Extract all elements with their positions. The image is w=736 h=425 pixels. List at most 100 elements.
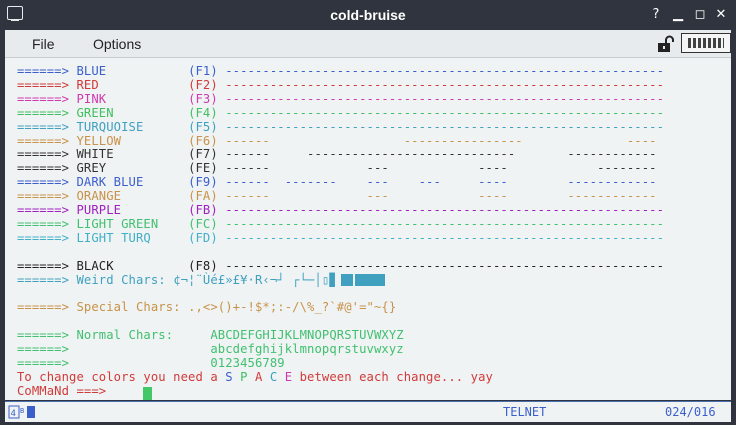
row-arrow: ======> (17, 272, 77, 287)
space-letter: S (225, 369, 241, 384)
row-color-bar: ----------------------------------------… (225, 64, 665, 78)
row-color-bar: ------ ------- --- --- ---- ------------ (225, 175, 657, 190)
color-row-red: ======> RED (F2) -----------------------… (17, 78, 664, 92)
color-row-white: ======> WHITE (F7) ------ --------------… (17, 147, 657, 161)
row-color-name: PURPLE (76, 203, 122, 217)
menu-bar: File Options (5, 30, 731, 58)
space-letter: P (240, 369, 255, 384)
row-color-bar: ------ ---------------------------- ----… (225, 147, 657, 162)
row-spacer (121, 203, 188, 217)
color-row-green: ======> GREEN (F4) ---------------------… (17, 106, 664, 120)
color-row-darkblue: ======> DARK BLUE (F9) ------ ------- --… (17, 175, 657, 189)
row-color-name: GREY (76, 161, 107, 176)
unlocked-icon[interactable] (656, 35, 676, 53)
row-arrow: ======> (17, 161, 77, 176)
svg-text:4: 4 (11, 409, 16, 419)
row-color-name: ORANGE (76, 189, 122, 204)
instruction-row: To change colors you need a S P A C E be… (17, 370, 493, 384)
row-function-key: (F8) (188, 258, 218, 273)
terminal-cursor (143, 387, 152, 400)
color-row-orange: ======> ORANGE (FA) ------ --- ---- ----… (17, 189, 657, 203)
color-row-black: ======> BLACK (F8) ---------------------… (17, 259, 664, 273)
normal-digits: 0123456789 (210, 355, 285, 370)
row-color-name: RED (76, 77, 99, 92)
color-row-pink: ======> PINK (F3) ----------------------… (17, 92, 664, 106)
row-color-bar: ----------------------------------------… (225, 77, 665, 92)
color-row-turquoise: ======> TURQUOISE (F5) -----------------… (17, 120, 664, 134)
row-arrow: ======> (17, 64, 77, 78)
row-color-name: PINK (76, 91, 107, 106)
weird-chars: ¢¬¦¨Ùé£»£¥·R‹¬┘ ┌└─│▯▊ (173, 272, 337, 287)
row-spacer (143, 175, 188, 189)
row-spacer (77, 342, 211, 356)
row-spacer (106, 92, 188, 106)
menu-file[interactable]: File (32, 36, 55, 52)
weird-block (354, 274, 385, 286)
row-function-key: (F4) (188, 105, 218, 120)
row-color-bar: ----------------------------------------… (225, 216, 665, 231)
row-spacer (114, 106, 188, 120)
color-row-blue: ======> BLUE (F1) ----------------------… (17, 64, 664, 78)
row-function-key: (FE) (188, 161, 218, 176)
row-function-key: (F9) (188, 175, 218, 190)
space-letter: A (255, 369, 270, 384)
window-title: cold-bruise (330, 7, 406, 23)
row-color-bar: ----------------------------------------… (225, 258, 665, 273)
row-arrow: ======> (17, 77, 77, 92)
row-arrow: ======> (17, 119, 77, 134)
cursor-position: 024/016 (665, 405, 716, 419)
row-function-key: (F5) (188, 119, 218, 134)
row-color-bar: ----------------------------------------… (225, 119, 665, 134)
row-color-name: LIGHT GREEN (76, 216, 159, 231)
row-function-key: (FC) (188, 216, 218, 231)
normal-upper: ABCDEFGHIJKLMNOPQRSTUVWXYZ (210, 328, 404, 343)
color-row-lightgreen: ======> LIGHT GREEN (FC) ---------------… (17, 217, 664, 231)
space-letter: C (269, 369, 285, 384)
color-row-lightturq: ======> LIGHT TURQ (FD) ----------------… (17, 231, 664, 245)
keyboard-icon[interactable] (681, 33, 731, 53)
row-arrow: ======> (17, 258, 77, 273)
terminal-screen[interactable]: ======> BLUE (F1) ----------------------… (5, 58, 731, 400)
row-spacer (151, 231, 188, 245)
command-prompt: CoMMaNd ===> (17, 383, 107, 398)
row-function-key: (F3) (188, 91, 218, 106)
row-color-bar: ----------------------------------------… (225, 230, 665, 245)
row-color-name: BLACK (76, 258, 114, 273)
row-label: Normal Chars: (76, 328, 211, 343)
row-arrow: ======> (17, 91, 77, 106)
row-function-key: (F7) (188, 147, 218, 162)
row-spacer (77, 356, 211, 370)
row-arrow: ======> (17, 189, 77, 204)
row-arrow: ======> (17, 105, 77, 120)
row-color-bar: ----------------------------------------… (225, 105, 665, 120)
row-function-key: (FB) (188, 203, 218, 217)
row-color-name: LIGHT TURQ (76, 230, 151, 245)
row-function-key: (F2) (188, 77, 218, 92)
connection-mode: TELNET (503, 405, 547, 419)
row-arrow: ======> (17, 328, 77, 343)
svg-text:B: B (20, 407, 24, 415)
menu-options[interactable]: Options (93, 36, 141, 52)
row-arrow: ======> (17, 355, 77, 370)
row-color-name: TURQUOISE (76, 119, 144, 134)
row-color-bar: ----------------------------------------… (225, 203, 665, 217)
color-row-purple: ======> PURPLE (FB) --------------------… (17, 203, 664, 217)
help-icon[interactable]: ? (648, 7, 664, 23)
row-spacer (114, 147, 188, 161)
row-arrow: ======> (17, 342, 77, 356)
row-spacer (121, 189, 188, 203)
close-icon[interactable]: ✕ (713, 7, 729, 23)
status-bar: 4 B TELNET 024/016 (5, 401, 731, 422)
row-arrow: ======> (17, 300, 77, 315)
row-color-bar: ------ ---------------- ---- (225, 133, 657, 148)
instruction-prefix: To change colors you need a (17, 369, 226, 384)
row-spacer (158, 217, 188, 231)
minimize-icon[interactable]: ▁ (670, 7, 686, 23)
row-color-name: WHITE (76, 147, 114, 162)
maximize-icon[interactable]: ◻ (692, 7, 708, 23)
row-function-key: (F6) (188, 133, 218, 148)
row-arrow: ======> (17, 203, 77, 217)
row-arrow: ======> (17, 175, 77, 190)
row-arrow: ======> (17, 147, 77, 162)
row-spacer (106, 161, 188, 175)
